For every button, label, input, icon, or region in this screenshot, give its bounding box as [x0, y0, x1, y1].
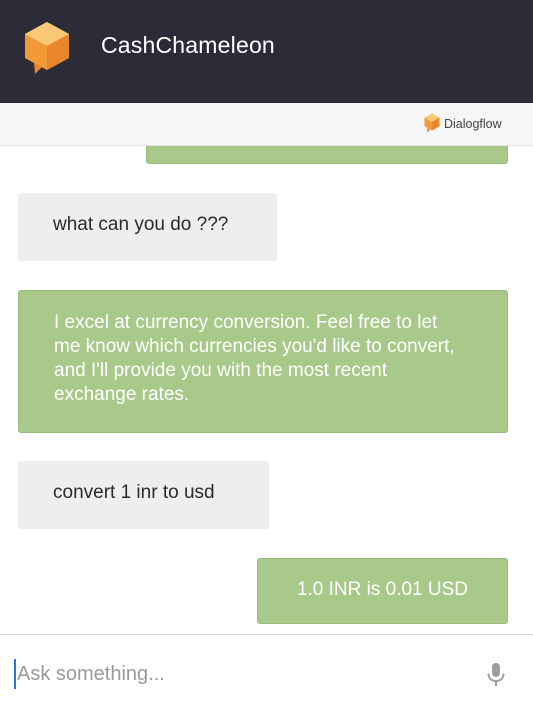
app-header: CashChameleon: [0, 0, 533, 103]
microphone-icon[interactable]: [485, 662, 507, 688]
dialogflow-label: Dialogflow: [444, 117, 502, 131]
bot-message: 1.0 INR is 0.01 USD: [257, 558, 508, 624]
bot-message: [146, 146, 508, 164]
user-message: what can you do ???: [18, 193, 277, 261]
agent-cube-chat-icon: [25, 22, 69, 74]
message-input[interactable]: [14, 659, 467, 689]
bot-message: I excel at currency conversion. Feel fre…: [18, 290, 508, 433]
powered-by-bar: Dialogflow: [0, 103, 533, 146]
chat-window: CashChameleon Dialogflow what can you do…: [0, 0, 533, 710]
app-title: CashChameleon: [101, 32, 275, 58]
user-message: convert 1 inr to usd: [18, 461, 269, 529]
input-bar: [0, 634, 533, 710]
message-list: what can you do ??? I excel at currency …: [0, 146, 533, 634]
dialogflow-logo-icon: [424, 113, 440, 133]
